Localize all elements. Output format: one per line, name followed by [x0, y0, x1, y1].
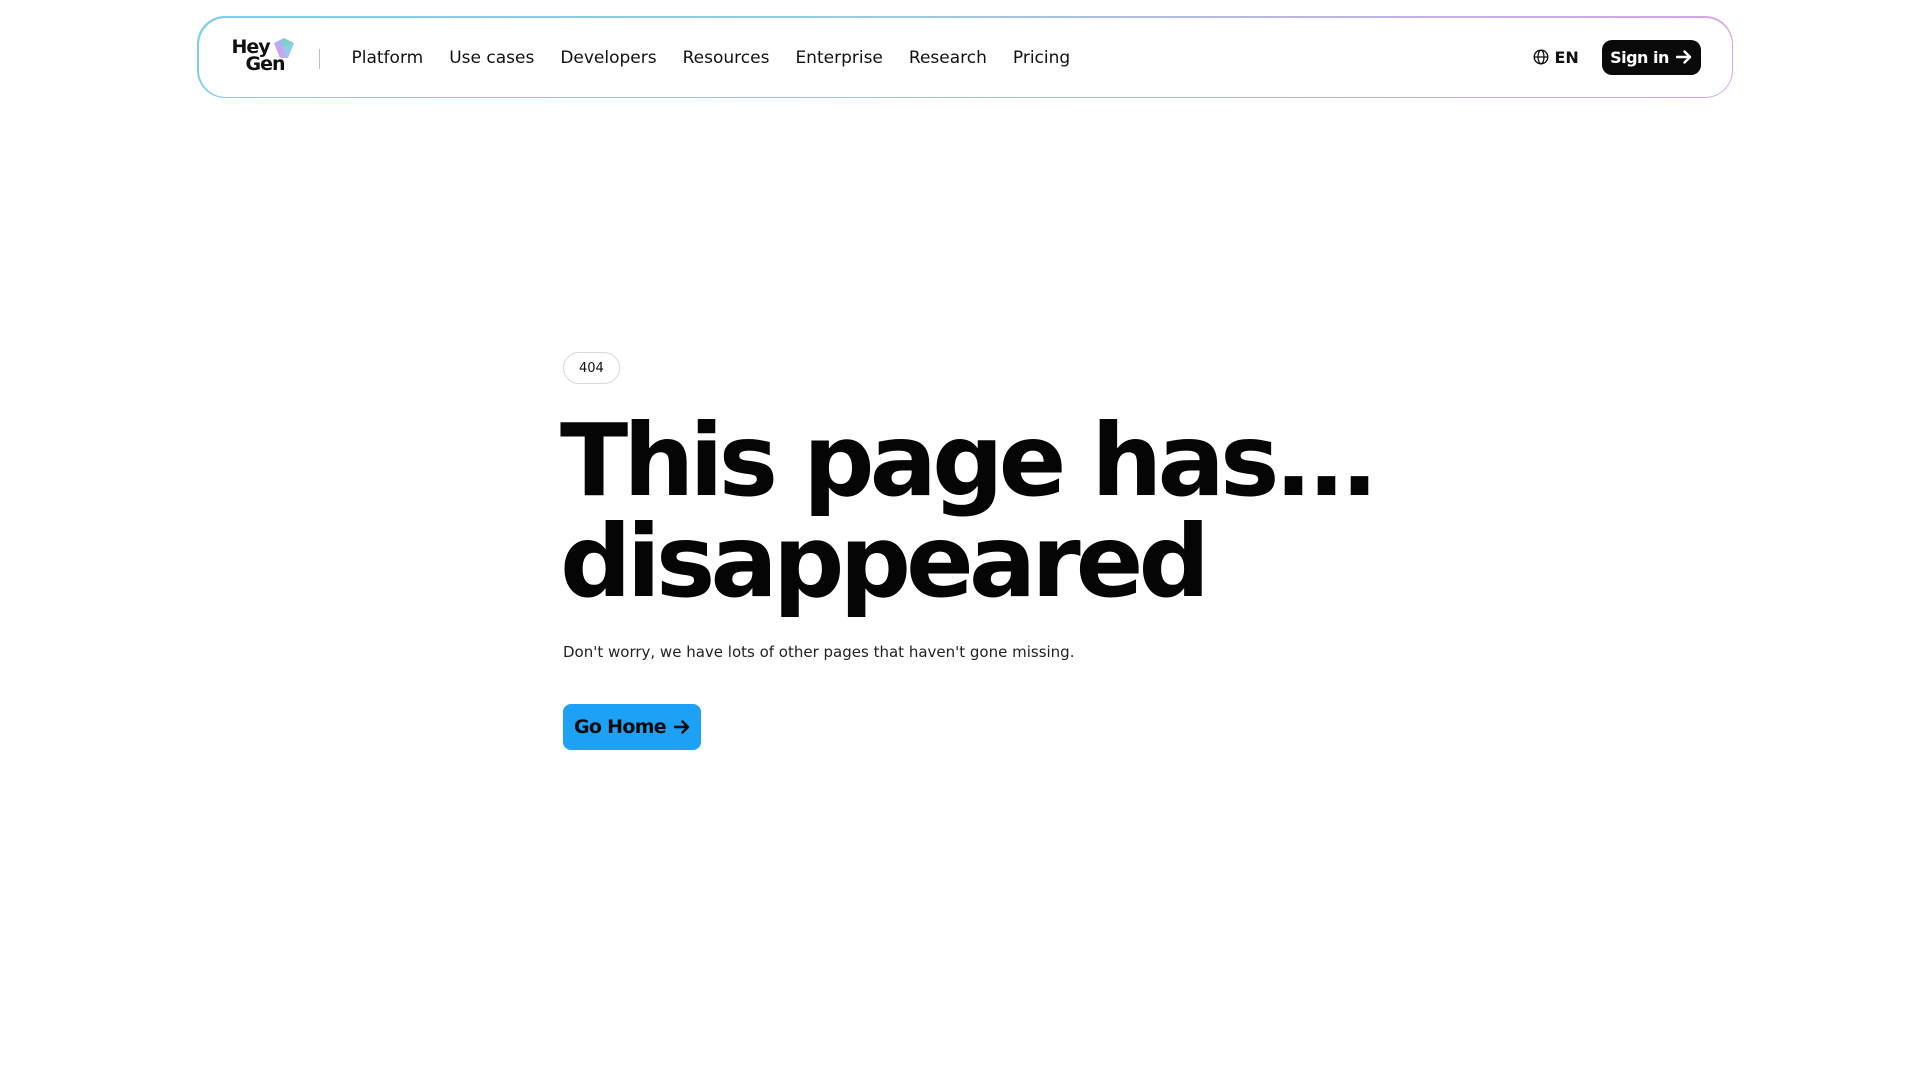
- nav-item-research[interactable]: Research: [909, 48, 987, 68]
- site-header: Hey Gen Platform Use cases Developers Re…: [197, 16, 1733, 98]
- page-subtitle: Don't worry, we have lots of other pages…: [563, 643, 1075, 661]
- page-title-line-2: disappeared: [560, 503, 1210, 620]
- language-selector[interactable]: EN: [1532, 47, 1579, 67]
- sign-in-button[interactable]: Sign in: [1601, 39, 1701, 75]
- heygen-logo[interactable]: Hey Gen: [232, 37, 296, 78]
- main-nav: Platform Use cases Developers Resources …: [352, 18, 1097, 98]
- error-code-label: 404: [579, 360, 604, 376]
- page-title-line-1: This page has...: [560, 402, 1378, 519]
- go-home-button[interactable]: Go Home: [563, 704, 701, 750]
- header-divider: [318, 48, 320, 69]
- sign-in-label: Sign in: [1610, 47, 1669, 67]
- nav-item-resources[interactable]: Resources: [683, 48, 770, 68]
- language-label: EN: [1554, 47, 1579, 67]
- error-code-badge: 404: [563, 352, 620, 384]
- globe-icon: [1532, 49, 1549, 65]
- nav-item-enterprise[interactable]: Enterprise: [795, 48, 882, 68]
- logo-gem-icon: [273, 37, 294, 58]
- arrow-right-icon: [674, 720, 690, 734]
- arrow-right-icon: [1675, 50, 1692, 64]
- nav-item-developers[interactable]: Developers: [560, 48, 656, 68]
- page-title: This page has... disappeared: [560, 410, 1460, 612]
- nav-item-pricing[interactable]: Pricing: [1013, 48, 1070, 68]
- nav-item-platform[interactable]: Platform: [352, 48, 424, 68]
- nav-item-use-cases[interactable]: Use cases: [449, 48, 534, 68]
- go-home-label: Go Home: [573, 716, 667, 738]
- header-bar: Hey Gen Platform Use cases Developers Re…: [198, 17, 1732, 98]
